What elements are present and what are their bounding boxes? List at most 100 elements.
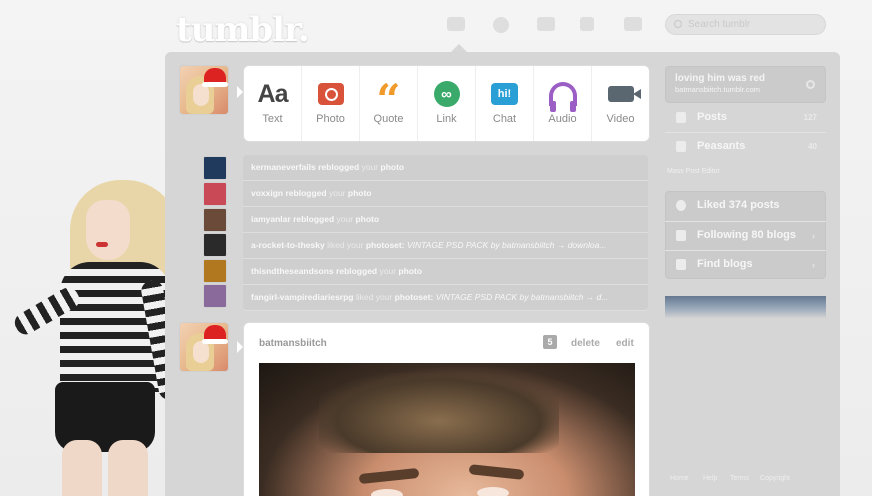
post-quote-button[interactable]: “ Quote — [360, 66, 418, 141]
post-type-label: Quote — [373, 113, 404, 125]
chevron-right-icon: › — [812, 260, 815, 270]
post-type-label: Chat — [492, 113, 517, 125]
notification-item: voxxign reblogged your photo — [243, 181, 648, 207]
notification-action: liked — [355, 292, 374, 302]
notification-post-link[interactable]: photo — [355, 214, 379, 224]
sidebar-item-label: Liked 374 posts — [697, 199, 780, 211]
posts-count: 127 — [803, 113, 817, 122]
chevron-right-icon: › — [812, 231, 815, 241]
delete-button[interactable]: delete — [571, 338, 600, 349]
sidebar-item-posts[interactable]: Posts 127 — [665, 104, 826, 132]
notification-user[interactable]: a-rocket-to-thesky — [251, 240, 325, 250]
camera-icon — [317, 83, 344, 105]
footer-link-copyright[interactable]: Copyright — [760, 475, 790, 482]
search-icon — [674, 20, 682, 28]
add-person-icon — [676, 259, 686, 270]
sidebar-item-following[interactable]: Following 80 blogs › — [665, 222, 826, 250]
dashboard-post: batmansbiitch 5 delete edit — [243, 322, 650, 496]
menu-icon[interactable] — [624, 17, 642, 31]
post-type-selector: Aa Text Photo “ Quote ∞ Link hi! Chat Au… — [243, 65, 650, 142]
notification-avatar[interactable] — [203, 259, 227, 283]
notification-your: your — [336, 214, 354, 224]
post-type-label: Link — [436, 113, 457, 125]
notification-action: reblogged — [318, 162, 360, 172]
sidebar-item-label: Posts — [697, 111, 727, 123]
notification-item: thisndtheseandsons reblogged your photo — [243, 259, 648, 285]
tumblr-logo[interactable]: tumblr. — [176, 10, 310, 50]
edit-button[interactable]: edit — [616, 338, 634, 349]
search-placeholder: Search tumblr — [688, 19, 751, 30]
notification-item: kermaneverfails reblogged your photo — [243, 155, 648, 181]
notification-user[interactable]: thisndtheseandsons — [251, 266, 334, 276]
notification-user[interactable]: iamyanlar — [251, 214, 291, 224]
sidebar-item-peasants[interactable]: Peasants 40 — [665, 133, 826, 161]
sidebar-banner — [665, 296, 826, 318]
notification-post-link[interactable]: photo — [381, 162, 405, 172]
post-audio-button[interactable]: Audio — [534, 66, 592, 141]
notification-action: reblogged — [336, 266, 378, 276]
notification-user[interactable]: fangirl-vampirediariesrpg — [251, 292, 354, 302]
post-video-button[interactable]: Video — [592, 66, 649, 141]
post-photo-button[interactable]: Photo — [302, 66, 360, 141]
headphones-icon — [548, 82, 577, 112]
video-camera-icon — [607, 86, 641, 102]
footer-link-terms[interactable]: Terms — [730, 475, 749, 482]
notification-post-link[interactable]: photo — [398, 266, 422, 276]
notification-list: kermaneverfails reblogged your photo vox… — [243, 155, 648, 311]
post-chat-button[interactable]: hi! Chat — [476, 66, 534, 141]
post-type-label: Text — [262, 113, 283, 125]
person-icon — [676, 230, 686, 241]
followers-icon — [676, 141, 686, 152]
notification-item: a-rocket-to-thesky liked your photoset: … — [243, 233, 648, 259]
notification-your: your — [379, 266, 397, 276]
sidebar-item-label: Peasants — [697, 140, 746, 152]
note-count-badge[interactable]: 5 — [543, 335, 557, 349]
post-author-avatar[interactable] — [179, 322, 229, 372]
blog-title: loving him was red — [675, 73, 766, 84]
sidebar-item-liked[interactable]: Liked 374 posts — [665, 192, 826, 220]
notification-user[interactable]: kermaneverfails — [251, 162, 316, 172]
notification-post-link[interactable]: photoset: — [366, 240, 405, 250]
post-text-button[interactable]: Aa Text — [244, 66, 302, 141]
notification-action: reblogged — [293, 214, 335, 224]
post-photo[interactable] — [259, 363, 635, 496]
chat-icon: hi! — [491, 83, 518, 105]
user-avatar[interactable] — [179, 65, 229, 115]
notification-avatar[interactable] — [203, 182, 227, 206]
text-icon: Aa — [257, 79, 289, 108]
peasants-count: 40 — [808, 142, 817, 151]
notification-avatar[interactable] — [203, 208, 227, 232]
notification-post-link[interactable]: photoset: — [395, 292, 434, 302]
blog-url: batmansbiitch.tumblr.com — [675, 85, 761, 94]
mass-post-editor-link[interactable]: Mass Post Editor — [667, 168, 720, 175]
post-type-label: Video — [606, 113, 635, 125]
explore-icon[interactable] — [493, 17, 509, 33]
notification-excerpt[interactable]: VINTAGE PSD PACK by batmansbiitch → d... — [436, 292, 609, 302]
notification-excerpt[interactable]: VINTAGE PSD PACK by batmansbiitch → down… — [407, 240, 607, 250]
inbox-icon[interactable] — [537, 17, 555, 31]
sidebar-item-label: Find blogs — [697, 258, 753, 270]
footer-link-help[interactable]: Help — [703, 475, 717, 482]
notification-your: your — [361, 162, 379, 172]
blog-selector[interactable]: loving him was red batmansbiitch.tumblr.… — [665, 66, 826, 103]
notification-avatar[interactable] — [203, 156, 227, 180]
gear-icon[interactable] — [806, 80, 815, 89]
home-icon[interactable] — [447, 17, 465, 31]
notification-post-link[interactable]: photo — [348, 188, 372, 198]
notification-avatar[interactable] — [203, 233, 227, 257]
link-icon: ∞ — [433, 81, 460, 107]
search-input[interactable]: Search tumblr — [665, 14, 826, 35]
sidebar-item-label: Following 80 blogs — [697, 229, 796, 241]
post-type-label: Photo — [316, 113, 345, 125]
notification-user[interactable]: voxxign — [251, 188, 283, 198]
footer-link-home[interactable]: Home — [670, 475, 689, 482]
posts-icon — [676, 112, 686, 123]
post-link-button[interactable]: ∞ Link — [418, 66, 476, 141]
notification-your: your — [375, 292, 393, 302]
notification-action: reblogged — [285, 188, 327, 198]
sidebar-item-find-blogs[interactable]: Find blogs › — [665, 251, 826, 279]
account-icon[interactable] — [580, 17, 594, 31]
post-author[interactable]: batmansbiitch — [259, 338, 327, 349]
notification-avatar[interactable] — [203, 284, 227, 308]
nav-active-caret — [451, 44, 467, 52]
